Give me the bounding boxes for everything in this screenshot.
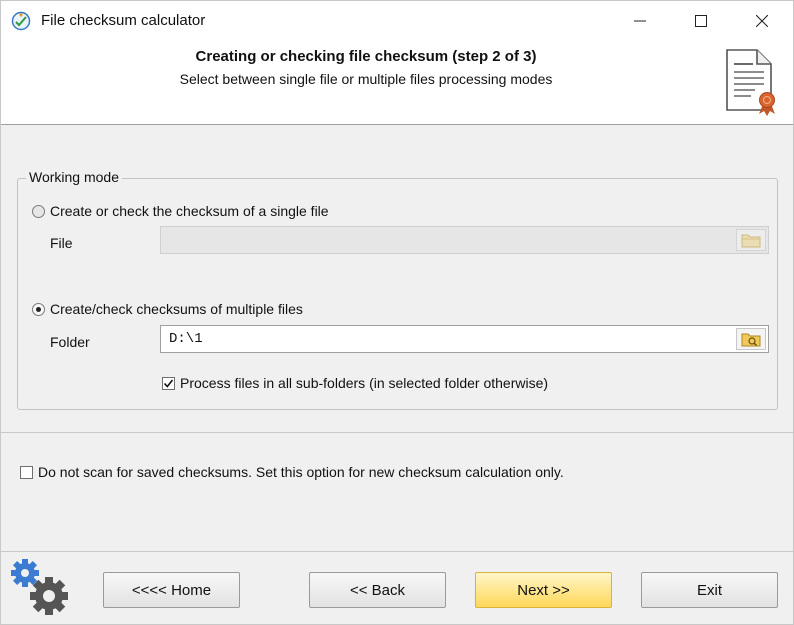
close-icon xyxy=(756,15,768,27)
minimize-button[interactable] xyxy=(617,1,663,41)
minimize-icon xyxy=(634,20,646,22)
back-button[interactable]: << Back xyxy=(309,572,446,608)
step-title: Creating or checking file checksum (step… xyxy=(195,48,537,65)
single-file-radio-indicator[interactable] xyxy=(32,204,45,218)
folder-browse-button[interactable] xyxy=(736,328,766,350)
exit-button[interactable]: Exit xyxy=(641,572,778,608)
maximize-button[interactable] xyxy=(678,1,724,41)
multiple-files-radio-label: Create/check checksums of multiple files xyxy=(50,301,303,317)
no-scan-checkbox-label: Do not scan for saved checksums. Set thi… xyxy=(38,464,564,480)
folder-icon xyxy=(741,234,761,248)
single-file-radio-label: Create or check the checksum of a single… xyxy=(50,203,329,219)
no-scan-checkbox[interactable]: Do not scan for saved checksums. Set thi… xyxy=(20,464,564,480)
next-button[interactable]: Next >> xyxy=(475,572,612,608)
step-subtitle: Select between single file or multiple f… xyxy=(179,71,553,87)
multiple-files-radio[interactable]: Create/check checksums of multiple files xyxy=(32,301,303,317)
working-mode-group: Working mode Create or check the checksu… xyxy=(17,169,778,410)
checkmark-icon xyxy=(163,379,174,388)
title-bar[interactable]: File checksum calculator xyxy=(1,1,793,41)
working-mode-legend: Working mode xyxy=(26,169,123,185)
maximize-icon xyxy=(695,15,707,27)
app-window: File checksum calculator Creating or che… xyxy=(0,0,794,625)
window-title: File checksum calculator xyxy=(41,12,206,29)
folder-field-label: Folder xyxy=(50,334,90,350)
subfolders-checkbox-box[interactable] xyxy=(162,376,175,390)
wizard-header: Creating or checking file checksum (step… xyxy=(1,41,793,125)
checksum-app-icon xyxy=(11,11,31,31)
separator xyxy=(1,432,793,433)
single-file-radio[interactable]: Create or check the checksum of a single… xyxy=(32,203,329,219)
subfolders-checkbox[interactable]: Process files in all sub-folders (in sel… xyxy=(162,375,548,391)
subfolders-checkbox-label: Process files in all sub-folders (in sel… xyxy=(180,375,549,391)
gear-icon xyxy=(11,558,71,618)
folder-search-icon xyxy=(741,333,761,347)
wizard-body: Working mode Create or check the checksu… xyxy=(1,125,793,624)
multiple-files-radio-indicator[interactable] xyxy=(32,302,45,316)
certificate-document-icon xyxy=(719,46,781,116)
file-path-input[interactable] xyxy=(160,226,769,254)
file-browse-button[interactable] xyxy=(736,229,766,251)
folder-path-input[interactable]: D:\1 xyxy=(160,325,769,353)
file-field-label: File xyxy=(50,235,73,251)
no-scan-checkbox-box[interactable] xyxy=(20,465,33,479)
folder-path-value: D:\1 xyxy=(169,331,203,347)
home-button[interactable]: <<<< Home xyxy=(103,572,240,608)
footer-separator xyxy=(1,551,793,552)
close-button[interactable] xyxy=(739,1,785,41)
